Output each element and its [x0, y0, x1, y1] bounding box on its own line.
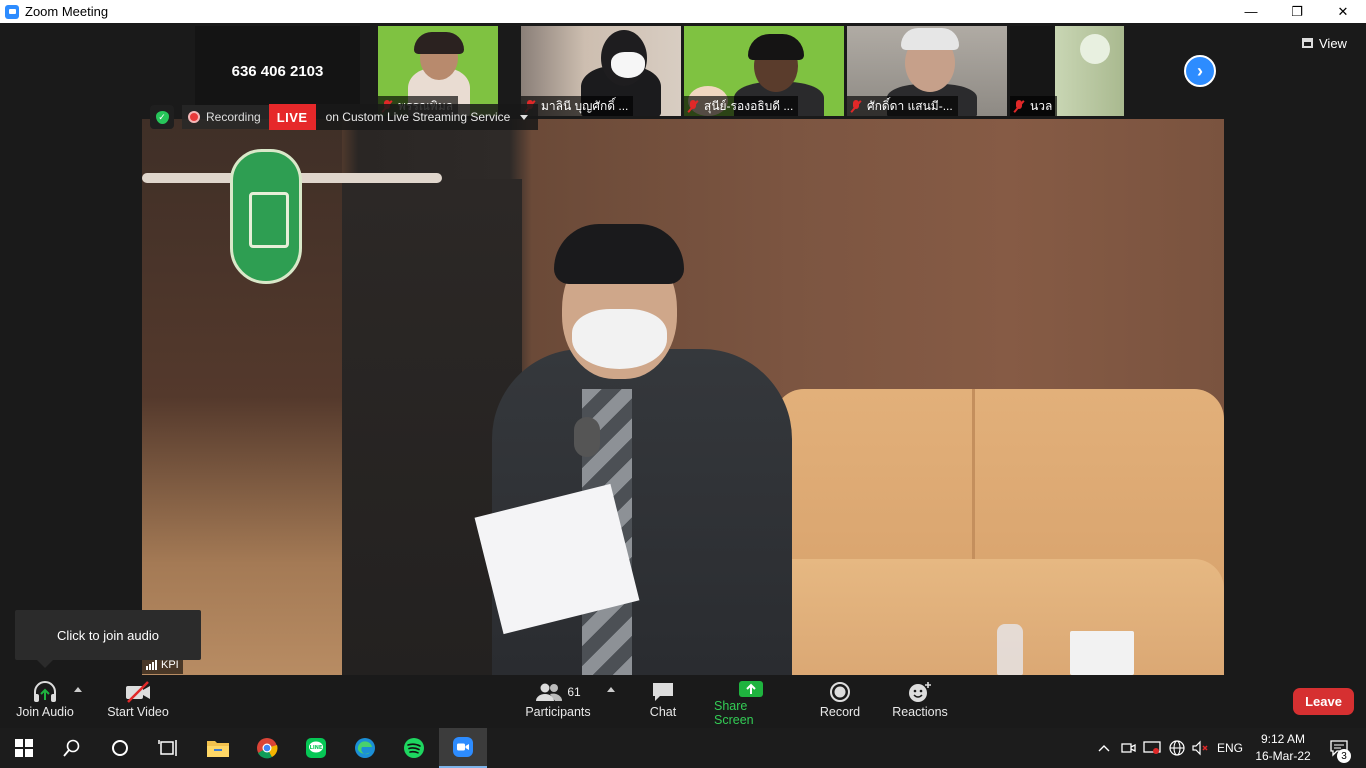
- participant-tile[interactable]: ศักดิ์ดา แสนมี-...: [847, 26, 1007, 116]
- join-audio-tooltip: Click to join audio: [15, 610, 201, 668]
- spotify-icon: [404, 738, 424, 758]
- chat-button[interactable]: Chat: [643, 679, 683, 725]
- record-button[interactable]: Record: [815, 679, 865, 725]
- participant-tile[interactable]: นวล: [1010, 26, 1124, 116]
- task-view-button[interactable]: [144, 728, 192, 768]
- edge-button[interactable]: [341, 728, 389, 768]
- leave-button[interactable]: Leave: [1293, 688, 1354, 715]
- show-hidden-icons-button[interactable]: [1094, 728, 1114, 768]
- action-center-button[interactable]: 3: [1322, 728, 1356, 768]
- clock-date: 16-Mar-22: [1255, 749, 1311, 763]
- line-app-icon: LINE: [306, 738, 326, 758]
- search-icon: [63, 739, 80, 757]
- meeting-status-bar: ✓ Recording LIVE on Custom Live Streamin…: [150, 104, 539, 130]
- stream-label: on Custom Live Streaming Service: [325, 110, 511, 124]
- signal-strength-icon: [146, 660, 157, 670]
- chrome-button[interactable]: [243, 728, 291, 768]
- edge-icon: [355, 738, 375, 758]
- emblem-logo: [230, 149, 302, 284]
- microphone-muted-icon: [687, 99, 699, 113]
- clock-time: 9:12 AM: [1260, 732, 1306, 746]
- recording-dot-icon: [188, 111, 200, 123]
- participant-tile[interactable]: มาลินี บุญศักดิ์ ...: [521, 26, 681, 116]
- start-video-button[interactable]: Start Video: [106, 679, 170, 725]
- join-audio-label: Join Audio: [16, 705, 74, 719]
- audio-options-caret[interactable]: [74, 687, 82, 692]
- participant-name: นวล: [1030, 98, 1053, 113]
- smiley-icon: [907, 679, 933, 705]
- participants-count: 61: [567, 685, 581, 699]
- live-badge: LIVE: [268, 104, 316, 130]
- participant-name: ศักดิ์ดา แสนมี-...: [867, 98, 953, 113]
- next-page-button[interactable]: ›: [1184, 55, 1216, 87]
- windows-logo-icon: [15, 739, 33, 757]
- reactions-label: Reactions: [892, 705, 948, 719]
- svg-text:LINE: LINE: [310, 745, 323, 751]
- meeting-id: 636 406 2103: [195, 26, 360, 116]
- maximize-button[interactable]: ❐: [1274, 0, 1320, 23]
- system-clock[interactable]: 9:12 AM 16-Mar-22: [1248, 731, 1318, 765]
- cortana-button[interactable]: [96, 728, 144, 768]
- start-video-label: Start Video: [107, 705, 169, 719]
- join-audio-button[interactable]: Join Audio: [14, 679, 76, 725]
- start-button[interactable]: [0, 728, 48, 768]
- participant-name: มาลินี บุญศักดิ์ ...: [541, 98, 629, 113]
- participants-button[interactable]: 61 Participants: [524, 679, 592, 725]
- participant-name: KPI: [161, 659, 179, 671]
- video-off-icon: [124, 679, 152, 705]
- minimize-button[interactable]: —: [1228, 0, 1274, 23]
- view-grid-icon: [1302, 38, 1313, 48]
- share-screen-icon: [738, 679, 764, 699]
- live-stream-dropdown[interactable]: on Custom Live Streaming Service: [315, 104, 539, 130]
- zoom-taskbar-button[interactable]: [439, 728, 487, 768]
- caret-down-icon: [520, 114, 529, 120]
- chevron-up-icon: [1098, 745, 1110, 752]
- windows-taskbar: LINE ENG 9:12 AM 16-Mar-22 3: [0, 728, 1366, 768]
- participants-options-caret[interactable]: [607, 687, 615, 692]
- line-app-button[interactable]: LINE: [292, 728, 340, 768]
- file-explorer-button[interactable]: [194, 728, 242, 768]
- reactions-button[interactable]: Reactions: [890, 679, 950, 725]
- cortana-circle-icon: [112, 740, 128, 756]
- title-bar: Zoom Meeting — ❐ ✕: [0, 0, 1366, 23]
- microphone-muted-icon: [850, 99, 862, 113]
- chevron-right-icon: ›: [1197, 60, 1203, 81]
- volume-muted-icon[interactable]: [1189, 728, 1211, 768]
- encryption-shield-icon[interactable]: ✓: [150, 105, 174, 129]
- chat-bubble-icon: [651, 679, 675, 705]
- participant-name: สุนีย์-รองอธิบดี ...: [704, 98, 794, 113]
- notification-count-badge: 3: [1337, 749, 1351, 763]
- tray-display-icon[interactable]: [1141, 728, 1163, 768]
- speaker-video[interactable]: [142, 119, 1224, 675]
- recording-indicator[interactable]: Recording: [182, 105, 269, 129]
- view-button[interactable]: View: [1302, 31, 1362, 55]
- recording-label: Recording: [206, 110, 261, 124]
- language-indicator[interactable]: ENG: [1214, 728, 1246, 768]
- chat-label: Chat: [649, 705, 677, 719]
- participant-tile[interactable]: สุนีย์-รองอธิบดี ...: [684, 26, 844, 116]
- participants-icon: [536, 683, 563, 701]
- zoom-icon: [453, 737, 473, 757]
- share-screen-label: Share Screen: [714, 699, 754, 727]
- microphone-muted-icon: [1013, 99, 1025, 113]
- folder-icon: [207, 741, 229, 757]
- participant-tile[interactable]: พรรณพิมล: [378, 26, 498, 116]
- tray-camera-icon[interactable]: [1118, 728, 1138, 768]
- share-screen-button[interactable]: Share Screen: [714, 679, 788, 727]
- zoom-app-icon: [5, 4, 19, 19]
- window-title: Zoom Meeting: [25, 4, 109, 19]
- spotify-button[interactable]: [390, 728, 438, 768]
- headphones-icon: [32, 679, 58, 705]
- network-globe-icon[interactable]: [1166, 728, 1188, 768]
- view-label: View: [1319, 35, 1347, 51]
- close-button[interactable]: ✕: [1320, 0, 1366, 23]
- chrome-icon: [257, 738, 278, 759]
- tooltip-text: Click to join audio: [57, 627, 159, 643]
- search-button[interactable]: [48, 728, 96, 768]
- task-view-icon: [158, 740, 177, 756]
- meeting-toolbar: Join Audio Start Video 61 Participants C…: [0, 675, 1366, 728]
- participants-label: Participants: [525, 705, 591, 719]
- record-icon: [829, 679, 851, 705]
- record-label: Record: [819, 705, 861, 719]
